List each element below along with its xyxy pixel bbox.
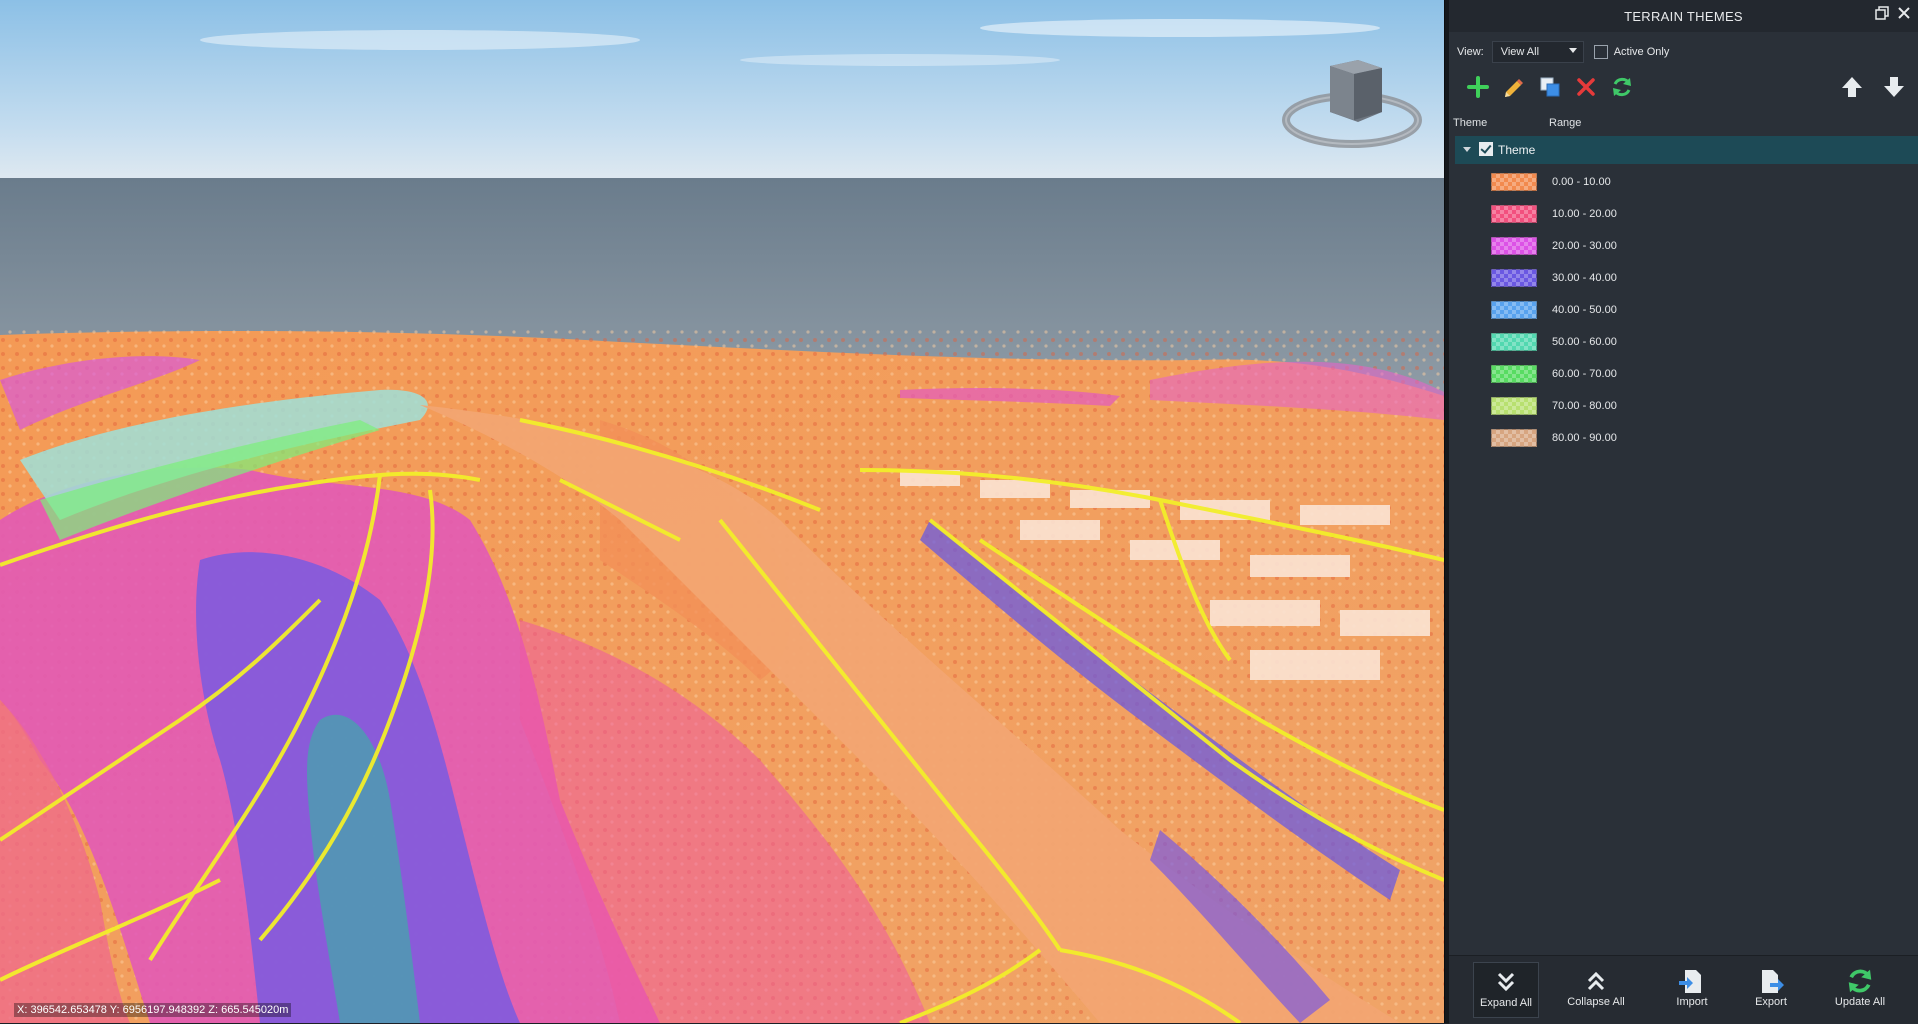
- range-label: 70.00 - 80.00: [1552, 400, 1617, 412]
- range-label: 10.00 - 20.00: [1552, 208, 1617, 220]
- view-filter-row: View: View All Active Only: [1457, 40, 1669, 64]
- duplicate-theme-button[interactable]: [1535, 72, 1565, 102]
- range-color-swatch[interactable]: [1491, 397, 1537, 415]
- range-row[interactable]: 20.00 - 30.00: [1449, 232, 1918, 258]
- expand-all-label: Expand All: [1480, 997, 1532, 1009]
- range-color-swatch[interactable]: [1491, 365, 1537, 383]
- update-all-button[interactable]: Update All: [1827, 962, 1893, 1018]
- arrow-up-icon: [1842, 77, 1862, 97]
- refresh-icon: [1848, 969, 1872, 993]
- view-label: View:: [1457, 46, 1484, 58]
- column-header-theme[interactable]: Theme: [1453, 117, 1487, 129]
- move-down-button[interactable]: [1879, 72, 1909, 102]
- delete-theme-button[interactable]: [1571, 72, 1601, 102]
- range-color-swatch[interactable]: [1491, 173, 1537, 191]
- add-theme-button[interactable]: [1463, 72, 1493, 102]
- range-label: 60.00 - 70.00: [1552, 368, 1617, 380]
- expand-all-button[interactable]: Expand All: [1473, 962, 1539, 1018]
- navigation-cube-icon: [1282, 60, 1422, 148]
- range-row[interactable]: 70.00 - 80.00: [1449, 392, 1918, 418]
- active-only-toggle[interactable]: Active Only: [1593, 45, 1670, 59]
- import-icon: [1679, 970, 1701, 993]
- close-panel-icon[interactable]: [1895, 6, 1913, 24]
- export-label: Export: [1755, 996, 1787, 1008]
- navigation-cube[interactable]: [1282, 56, 1422, 151]
- chevron-down-icon: [1568, 48, 1577, 53]
- close-icon: [1577, 78, 1595, 96]
- restore-window-icon[interactable]: [1873, 6, 1891, 24]
- terrain-scene[interactable]: [0, 0, 1444, 1023]
- column-header-range[interactable]: Range: [1549, 117, 1581, 129]
- range-row[interactable]: 80.00 - 90.00: [1449, 424, 1918, 450]
- theme-tree-row[interactable]: Theme: [1455, 136, 1918, 164]
- collapse-all-button[interactable]: Collapse All: [1563, 962, 1629, 1018]
- range-color-swatch[interactable]: [1491, 429, 1537, 447]
- view-dropdown-value: View All: [1500, 46, 1540, 58]
- import-button[interactable]: Import: [1659, 962, 1725, 1018]
- view-dropdown[interactable]: View All: [1491, 41, 1584, 63]
- pencil-icon: [1505, 79, 1523, 97]
- export-button[interactable]: Export: [1738, 962, 1804, 1018]
- range-color-swatch[interactable]: [1491, 237, 1537, 255]
- range-label: 0.00 - 10.00: [1552, 176, 1611, 188]
- range-row[interactable]: 30.00 - 40.00: [1449, 264, 1918, 290]
- range-label: 50.00 - 60.00: [1552, 336, 1617, 348]
- terrain-3d-viewport[interactable]: X: 396542.653478 Y: 6956197.948392 Z: 66…: [0, 0, 1444, 1023]
- theme-visibility-checkbox[interactable]: [1479, 142, 1493, 156]
- panel-title: TERRAIN THEMES: [1449, 0, 1918, 32]
- move-up-button[interactable]: [1837, 72, 1867, 102]
- bottom-action-bar: Expand All Collapse All Import Export Up…: [1449, 955, 1918, 1024]
- duplicate-icon: [1540, 77, 1560, 97]
- range-row[interactable]: 50.00 - 60.00: [1449, 328, 1918, 354]
- range-label: 80.00 - 90.00: [1552, 432, 1617, 444]
- double-chevron-down-icon: [1497, 972, 1515, 992]
- arrow-down-icon: [1884, 77, 1904, 97]
- collapse-all-label: Collapse All: [1567, 996, 1625, 1008]
- range-row[interactable]: 0.00 - 10.00: [1449, 168, 1918, 194]
- range-color-swatch[interactable]: [1491, 205, 1537, 223]
- range-row[interactable]: 60.00 - 70.00: [1449, 360, 1918, 386]
- theme-toolbar: [1463, 72, 1911, 106]
- range-color-swatch[interactable]: [1491, 301, 1537, 319]
- cursor-coordinates: X: 396542.653478 Y: 6956197.948392 Z: 66…: [14, 1003, 292, 1017]
- plus-icon: [1467, 76, 1489, 98]
- range-color-swatch[interactable]: [1491, 333, 1537, 351]
- range-row[interactable]: 10.00 - 20.00: [1449, 200, 1918, 226]
- range-color-swatch[interactable]: [1491, 269, 1537, 287]
- edit-theme-button[interactable]: [1499, 72, 1529, 102]
- refresh-icon: [1613, 77, 1631, 97]
- range-label: 30.00 - 40.00: [1552, 272, 1617, 284]
- refresh-theme-button[interactable]: [1607, 72, 1637, 102]
- range-label: 40.00 - 50.00: [1552, 304, 1617, 316]
- import-label: Import: [1676, 996, 1708, 1008]
- range-row[interactable]: 40.00 - 50.00: [1449, 296, 1918, 322]
- export-icon: [1762, 970, 1784, 993]
- theme-name: Theme: [1498, 143, 1536, 157]
- terrain-themes-panel: TERRAIN THEMES View: View All Active Onl…: [1449, 0, 1918, 1024]
- double-chevron-up-icon: [1587, 971, 1605, 991]
- column-headers: Theme Range: [1449, 112, 1918, 134]
- range-label: 20.00 - 30.00: [1552, 240, 1617, 252]
- update-all-label: Update All: [1834, 996, 1886, 1008]
- expand-toggle-icon[interactable]: [1463, 147, 1471, 152]
- active-only-label: Active Only: [1613, 46, 1670, 58]
- active-only-checkbox[interactable]: [1593, 45, 1608, 59]
